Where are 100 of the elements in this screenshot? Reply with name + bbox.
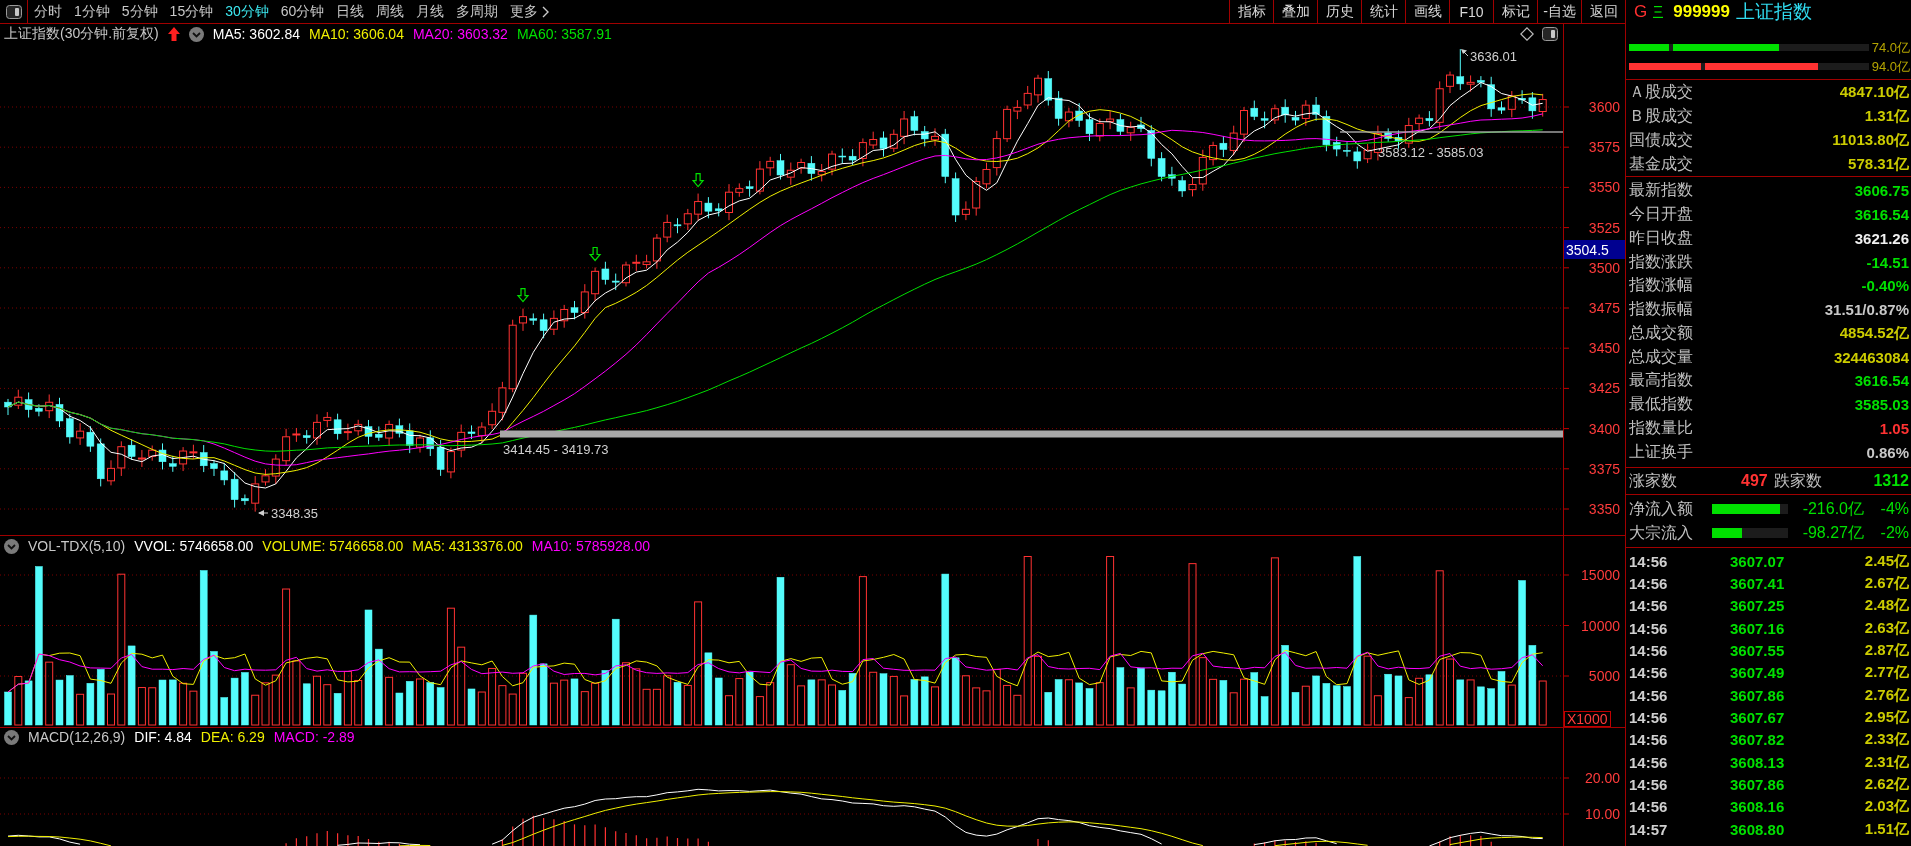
toolbar-button[interactable]: 统计 [1361,0,1405,23]
tick-time: 14:56 [1629,753,1669,771]
period-tab[interactable]: 更多 [504,0,557,23]
tick-price: 3607.86 [1730,775,1786,793]
tick-time: 14:56 [1629,552,1669,570]
tick-amount: 1.51亿 [1864,819,1909,839]
axis-label: 3575 [1588,139,1620,156]
toolbar-button[interactable]: -自选 [1537,0,1581,23]
tick-price: 3608.80 [1730,820,1786,838]
diamond-icon[interactable] [1520,27,1534,41]
tick-amount: 2.77亿 [1864,663,1909,683]
stat-label: Ｂ股成交 [1629,105,1693,126]
stat-label: 最新指数 [1629,180,1693,201]
stat-label: 上证换手 [1629,441,1693,462]
toolbar-button[interactable]: 返回 [1581,0,1625,23]
ratio-value: 74.0亿 [1871,38,1910,57]
tick-amount: 2.62亿 [1864,774,1909,794]
axis-label: 3500 [1588,259,1620,276]
chevron-icon [542,5,551,18]
tick-price: 3607.67 [1730,708,1786,726]
period-tab[interactable]: 分时 [28,0,68,23]
tick-price: 3607.16 [1730,619,1786,637]
tick-amount: 2.67亿 [1864,574,1909,593]
period-tab[interactable]: 1分钟 [68,0,116,23]
dropdown-icon[interactable] [4,538,19,554]
stat-label: 最高指数 [1629,370,1693,391]
chart-title: 上证指数(30分钟.前复权) [4,25,159,43]
tick-amount: 2.03亿 [1864,797,1909,817]
toolbar-button[interactable]: 标记 [1493,0,1537,23]
decliners-count: 1312 [1873,472,1909,490]
period-tab[interactable]: 60分钟 [274,0,331,23]
stock-code: 999999 [1673,2,1730,22]
stat-label: 总成交额 [1629,322,1693,343]
stat-label: 国债成交 [1629,129,1693,150]
stat-value: 324463084 [1833,348,1909,366]
dropdown-icon[interactable] [188,26,204,42]
panel-toggle-icon[interactable] [5,4,22,19]
indicator-value: MA5: 3602.84 [212,26,300,42]
breadth-label: 涨家数 [1629,470,1677,491]
tick-amount: 2.87亿 [1864,640,1909,660]
dropdown-icon[interactable] [4,729,19,745]
flow-label: 大宗流入 [1629,522,1694,543]
axis-label: 3350 [1588,501,1620,517]
price-range-label: 3583.12 - 3585.03 [1378,145,1484,160]
tick-time: 14:56 [1629,641,1669,659]
stat-label: 指数涨幅 [1629,275,1693,296]
high-price-label: 3636.01 [1470,49,1517,64]
toolbar-button[interactable]: 叠加 [1273,0,1317,23]
stat-value: -0.40% [1861,277,1909,295]
period-tab[interactable]: 月线 [410,0,451,23]
period-tab[interactable]: 15分钟 [163,0,220,23]
toolbar-button[interactable]: 画线 [1405,0,1449,23]
stat-label: Ａ股成交 [1629,81,1693,102]
toolbar-button[interactable]: 历史 [1317,0,1361,23]
tick-time: 14:56 [1629,664,1669,682]
period-tab[interactable]: 5分钟 [115,0,164,23]
advancers-count: 497 [1741,472,1768,490]
ratio-value: 94.0亿 [1871,57,1910,76]
toolbar-button[interactable]: F10 [1449,0,1493,23]
tick-price: 3607.07 [1730,552,1786,570]
stat-value: 0.86% [1866,443,1909,461]
period-tab[interactable]: 多周期 [450,0,505,23]
breadth-label: 跌家数 [1773,470,1822,491]
tick-amount: 2.48亿 [1864,596,1909,616]
stat-label: 今日开盘 [1629,204,1693,225]
stat-value: 4854.52亿 [1839,323,1909,343]
indicator-value: MA60: 3587.91 [516,26,612,42]
tick-amount: 2.31亿 [1864,752,1909,772]
unit-label: X1000 [1564,711,1611,727]
indicator-value: DIF: 4.84 [134,729,192,745]
price-range-label: 3414.45 - 3419.73 [503,442,609,457]
period-tab[interactable]: 周线 [370,0,411,23]
tick-time: 14:56 [1629,775,1669,793]
cursor-price-label: 3504.5 [1564,240,1625,259]
flow-amount: -98.27亿 [1801,522,1864,543]
stat-value: 3606.75 [1854,182,1909,200]
period-tab[interactable]: 30分钟 [219,0,275,23]
menu-icon[interactable] [1653,5,1664,19]
tick-amount: 2.63亿 [1864,618,1909,638]
down-arrow-icon [588,246,602,262]
stat-value: 3585.03 [1854,396,1909,414]
period-tab[interactable]: 日线 [330,0,371,23]
flow-percent: -2% [1879,524,1909,542]
axis-label: 20.00 [1584,770,1620,786]
axis-label: 3425 [1588,380,1620,397]
tick-price: 3607.86 [1730,686,1786,704]
panel-toggle-icon[interactable] [1542,27,1558,41]
tick-time: 14:56 [1629,575,1669,592]
stat-value: 1.31亿 [1864,106,1909,126]
indicator-value: MA20: 3603.32 [412,26,508,42]
tick-time: 14:57 [1629,820,1669,838]
toolbar-button[interactable]: 指标 [1229,0,1273,23]
indicator-value: MACD: -2.89 [273,729,355,745]
tick-time: 14:56 [1629,619,1669,637]
up-arrow-icon [167,27,180,41]
stat-label: 总成交量 [1629,346,1693,367]
flow-percent: -4% [1879,500,1909,518]
leader-arrow [258,510,269,516]
down-arrow-icon [691,173,705,188]
stat-value: 4847.10亿 [1839,82,1909,102]
